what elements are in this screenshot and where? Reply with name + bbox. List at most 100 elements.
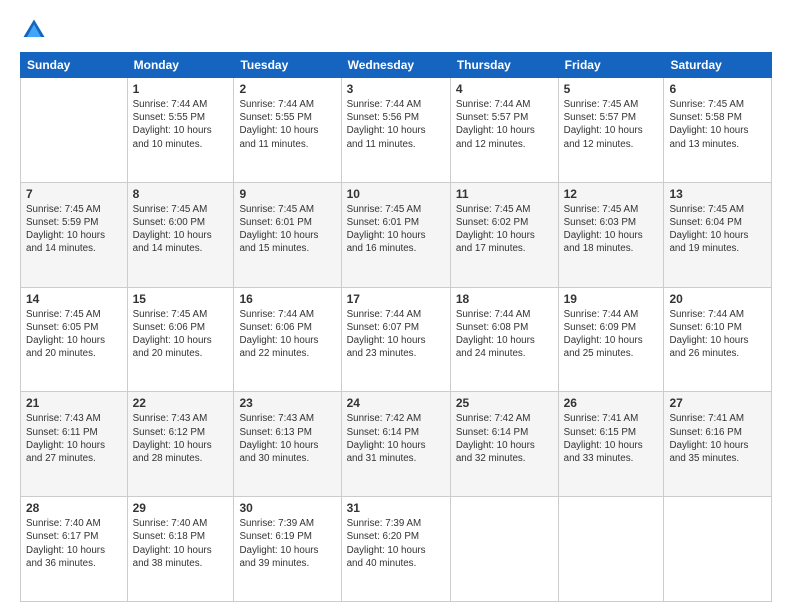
day-number: 20 <box>669 292 766 306</box>
day-info: Sunrise: 7:44 AM Sunset: 5:57 PM Dayligh… <box>456 98 553 151</box>
day-info: Sunrise: 7:45 AM Sunset: 5:59 PM Dayligh… <box>26 203 122 256</box>
calendar-table: SundayMondayTuesdayWednesdayThursdayFrid… <box>20 52 772 602</box>
day-info: Sunrise: 7:45 AM Sunset: 6:06 PM Dayligh… <box>133 308 229 361</box>
day-number: 10 <box>347 187 445 201</box>
calendar-cell: 2Sunrise: 7:44 AM Sunset: 5:55 PM Daylig… <box>234 78 341 183</box>
calendar-cell: 26 Sunrise: 7:41 AM Sunset: 6:15 PM Dayli… <box>558 392 664 497</box>
calendar-cell <box>664 497 772 602</box>
calendar-cell: 18 Sunrise: 7:44 AM Sunset: 6:08 PM Dayli… <box>450 287 558 392</box>
day-number: 5 <box>564 82 659 96</box>
day-info: Sunrise: 7:44 AM Sunset: 6:06 PM Dayligh… <box>239 308 335 361</box>
day-info: Sunrise: 7:41 AM Sunset: 6:16 PM Dayligh… <box>669 412 766 465</box>
calendar-cell <box>558 497 664 602</box>
day-number: 21 <box>26 396 122 410</box>
day-info: Sunrise: 7:41 AM Sunset: 6:15 PM Dayligh… <box>564 412 659 465</box>
day-info: Sunrise: 7:45 AM Sunset: 6:01 PM Dayligh… <box>239 203 335 256</box>
calendar-cell <box>450 497 558 602</box>
calendar-cell: 5Sunrise: 7:45 AM Sunset: 5:57 PM Daylig… <box>558 78 664 183</box>
weekday-header-sunday: Sunday <box>21 53 128 78</box>
day-number: 27 <box>669 396 766 410</box>
day-info: Sunrise: 7:39 AM Sunset: 6:20 PM Dayligh… <box>347 517 445 570</box>
day-info: Sunrise: 7:44 AM Sunset: 5:56 PM Dayligh… <box>347 98 445 151</box>
calendar-cell: 25Sunrise: 7:42 AM Sunset: 6:14 PM Dayli… <box>450 392 558 497</box>
day-number: 19 <box>564 292 659 306</box>
calendar-cell: 14Sunrise: 7:45 AM Sunset: 6:05 PM Dayli… <box>21 287 128 392</box>
day-info: Sunrise: 7:45 AM Sunset: 6:01 PM Dayligh… <box>347 203 445 256</box>
calendar-cell: 30 Sunrise: 7:39 AM Sunset: 6:19 PM Dayli… <box>234 497 341 602</box>
day-info: Sunrise: 7:40 AM Sunset: 6:17 PM Dayligh… <box>26 517 122 570</box>
day-info: Sunrise: 7:43 AM Sunset: 6:12 PM Dayligh… <box>133 412 229 465</box>
calendar-cell: 10 Sunrise: 7:45 AM Sunset: 6:01 PM Dayli… <box>341 182 450 287</box>
logo <box>20 16 52 44</box>
day-info: Sunrise: 7:40 AM Sunset: 6:18 PM Dayligh… <box>133 517 229 570</box>
calendar-cell: 19 Sunrise: 7:44 AM Sunset: 6:09 PM Dayli… <box>558 287 664 392</box>
calendar-cell: 16 Sunrise: 7:44 AM Sunset: 6:06 PM Dayli… <box>234 287 341 392</box>
day-info: Sunrise: 7:44 AM Sunset: 6:09 PM Dayligh… <box>564 308 659 361</box>
calendar-week-row: 28 Sunrise: 7:40 AM Sunset: 6:17 PM Dayli… <box>21 497 772 602</box>
day-info: Sunrise: 7:44 AM Sunset: 6:08 PM Dayligh… <box>456 308 553 361</box>
calendar-cell: 22 Sunrise: 7:43 AM Sunset: 6:12 PM Dayli… <box>127 392 234 497</box>
calendar-cell: 6 Sunrise: 7:45 AM Sunset: 5:58 PM Daylig… <box>664 78 772 183</box>
calendar-cell: 3 Sunrise: 7:44 AM Sunset: 5:56 PM Daylig… <box>341 78 450 183</box>
day-number: 25 <box>456 396 553 410</box>
calendar-cell: 8 Sunrise: 7:45 AM Sunset: 6:00 PM Daylig… <box>127 182 234 287</box>
day-info: Sunrise: 7:45 AM Sunset: 6:04 PM Dayligh… <box>669 203 766 256</box>
day-number: 4 <box>456 82 553 96</box>
weekday-header-thursday: Thursday <box>450 53 558 78</box>
day-info: Sunrise: 7:43 AM Sunset: 6:13 PM Dayligh… <box>239 412 335 465</box>
day-number: 9 <box>239 187 335 201</box>
calendar-cell: 24 Sunrise: 7:42 AM Sunset: 6:14 PM Dayli… <box>341 392 450 497</box>
weekday-header-row: SundayMondayTuesdayWednesdayThursdayFrid… <box>21 53 772 78</box>
calendar-week-row: 21 Sunrise: 7:43 AM Sunset: 6:11 PM Dayli… <box>21 392 772 497</box>
day-number: 24 <box>347 396 445 410</box>
day-number: 28 <box>26 501 122 515</box>
calendar-cell <box>21 78 128 183</box>
day-info: Sunrise: 7:45 AM Sunset: 6:02 PM Dayligh… <box>456 203 553 256</box>
calendar-cell: 7Sunrise: 7:45 AM Sunset: 5:59 PM Daylig… <box>21 182 128 287</box>
day-info: Sunrise: 7:39 AM Sunset: 6:19 PM Dayligh… <box>239 517 335 570</box>
calendar-cell: 9 Sunrise: 7:45 AM Sunset: 6:01 PM Daylig… <box>234 182 341 287</box>
day-info: Sunrise: 7:45 AM Sunset: 6:00 PM Dayligh… <box>133 203 229 256</box>
day-number: 16 <box>239 292 335 306</box>
calendar-cell: 4 Sunrise: 7:44 AM Sunset: 5:57 PM Daylig… <box>450 78 558 183</box>
day-number: 12 <box>564 187 659 201</box>
weekday-header-tuesday: Tuesday <box>234 53 341 78</box>
day-info: Sunrise: 7:45 AM Sunset: 6:05 PM Dayligh… <box>26 308 122 361</box>
day-number: 3 <box>347 82 445 96</box>
page: SundayMondayTuesdayWednesdayThursdayFrid… <box>0 0 792 612</box>
day-number: 30 <box>239 501 335 515</box>
day-info: Sunrise: 7:42 AM Sunset: 6:14 PM Dayligh… <box>347 412 445 465</box>
day-number: 26 <box>564 396 659 410</box>
day-info: Sunrise: 7:45 AM Sunset: 6:03 PM Dayligh… <box>564 203 659 256</box>
calendar-week-row: 1 Sunrise: 7:44 AM Sunset: 5:55 PM Daylig… <box>21 78 772 183</box>
day-info: Sunrise: 7:44 AM Sunset: 5:55 PM Dayligh… <box>133 98 229 151</box>
calendar-cell: 17Sunrise: 7:44 AM Sunset: 6:07 PM Dayli… <box>341 287 450 392</box>
calendar-cell: 29Sunrise: 7:40 AM Sunset: 6:18 PM Dayli… <box>127 497 234 602</box>
weekday-header-wednesday: Wednesday <box>341 53 450 78</box>
calendar-cell: 31 Sunrise: 7:39 AM Sunset: 6:20 PM Dayli… <box>341 497 450 602</box>
day-number: 6 <box>669 82 766 96</box>
day-number: 1 <box>133 82 229 96</box>
day-number: 17 <box>347 292 445 306</box>
day-info: Sunrise: 7:43 AM Sunset: 6:11 PM Dayligh… <box>26 412 122 465</box>
calendar-cell: 20Sunrise: 7:44 AM Sunset: 6:10 PM Dayli… <box>664 287 772 392</box>
day-info: Sunrise: 7:45 AM Sunset: 5:58 PM Dayligh… <box>669 98 766 151</box>
day-number: 18 <box>456 292 553 306</box>
calendar-cell: 28 Sunrise: 7:40 AM Sunset: 6:17 PM Dayli… <box>21 497 128 602</box>
calendar-cell: 1 Sunrise: 7:44 AM Sunset: 5:55 PM Daylig… <box>127 78 234 183</box>
weekday-header-saturday: Saturday <box>664 53 772 78</box>
day-number: 31 <box>347 501 445 515</box>
calendar-cell: 27 Sunrise: 7:41 AM Sunset: 6:16 PM Dayli… <box>664 392 772 497</box>
calendar-cell: 23Sunrise: 7:43 AM Sunset: 6:13 PM Dayli… <box>234 392 341 497</box>
calendar-week-row: 7Sunrise: 7:45 AM Sunset: 5:59 PM Daylig… <box>21 182 772 287</box>
day-number: 13 <box>669 187 766 201</box>
calendar-cell: 13 Sunrise: 7:45 AM Sunset: 6:04 PM Dayli… <box>664 182 772 287</box>
calendar-week-row: 14Sunrise: 7:45 AM Sunset: 6:05 PM Dayli… <box>21 287 772 392</box>
weekday-header-monday: Monday <box>127 53 234 78</box>
calendar-cell: 11Sunrise: 7:45 AM Sunset: 6:02 PM Dayli… <box>450 182 558 287</box>
day-number: 8 <box>133 187 229 201</box>
day-number: 22 <box>133 396 229 410</box>
weekday-header-friday: Friday <box>558 53 664 78</box>
header <box>20 16 772 44</box>
day-number: 15 <box>133 292 229 306</box>
